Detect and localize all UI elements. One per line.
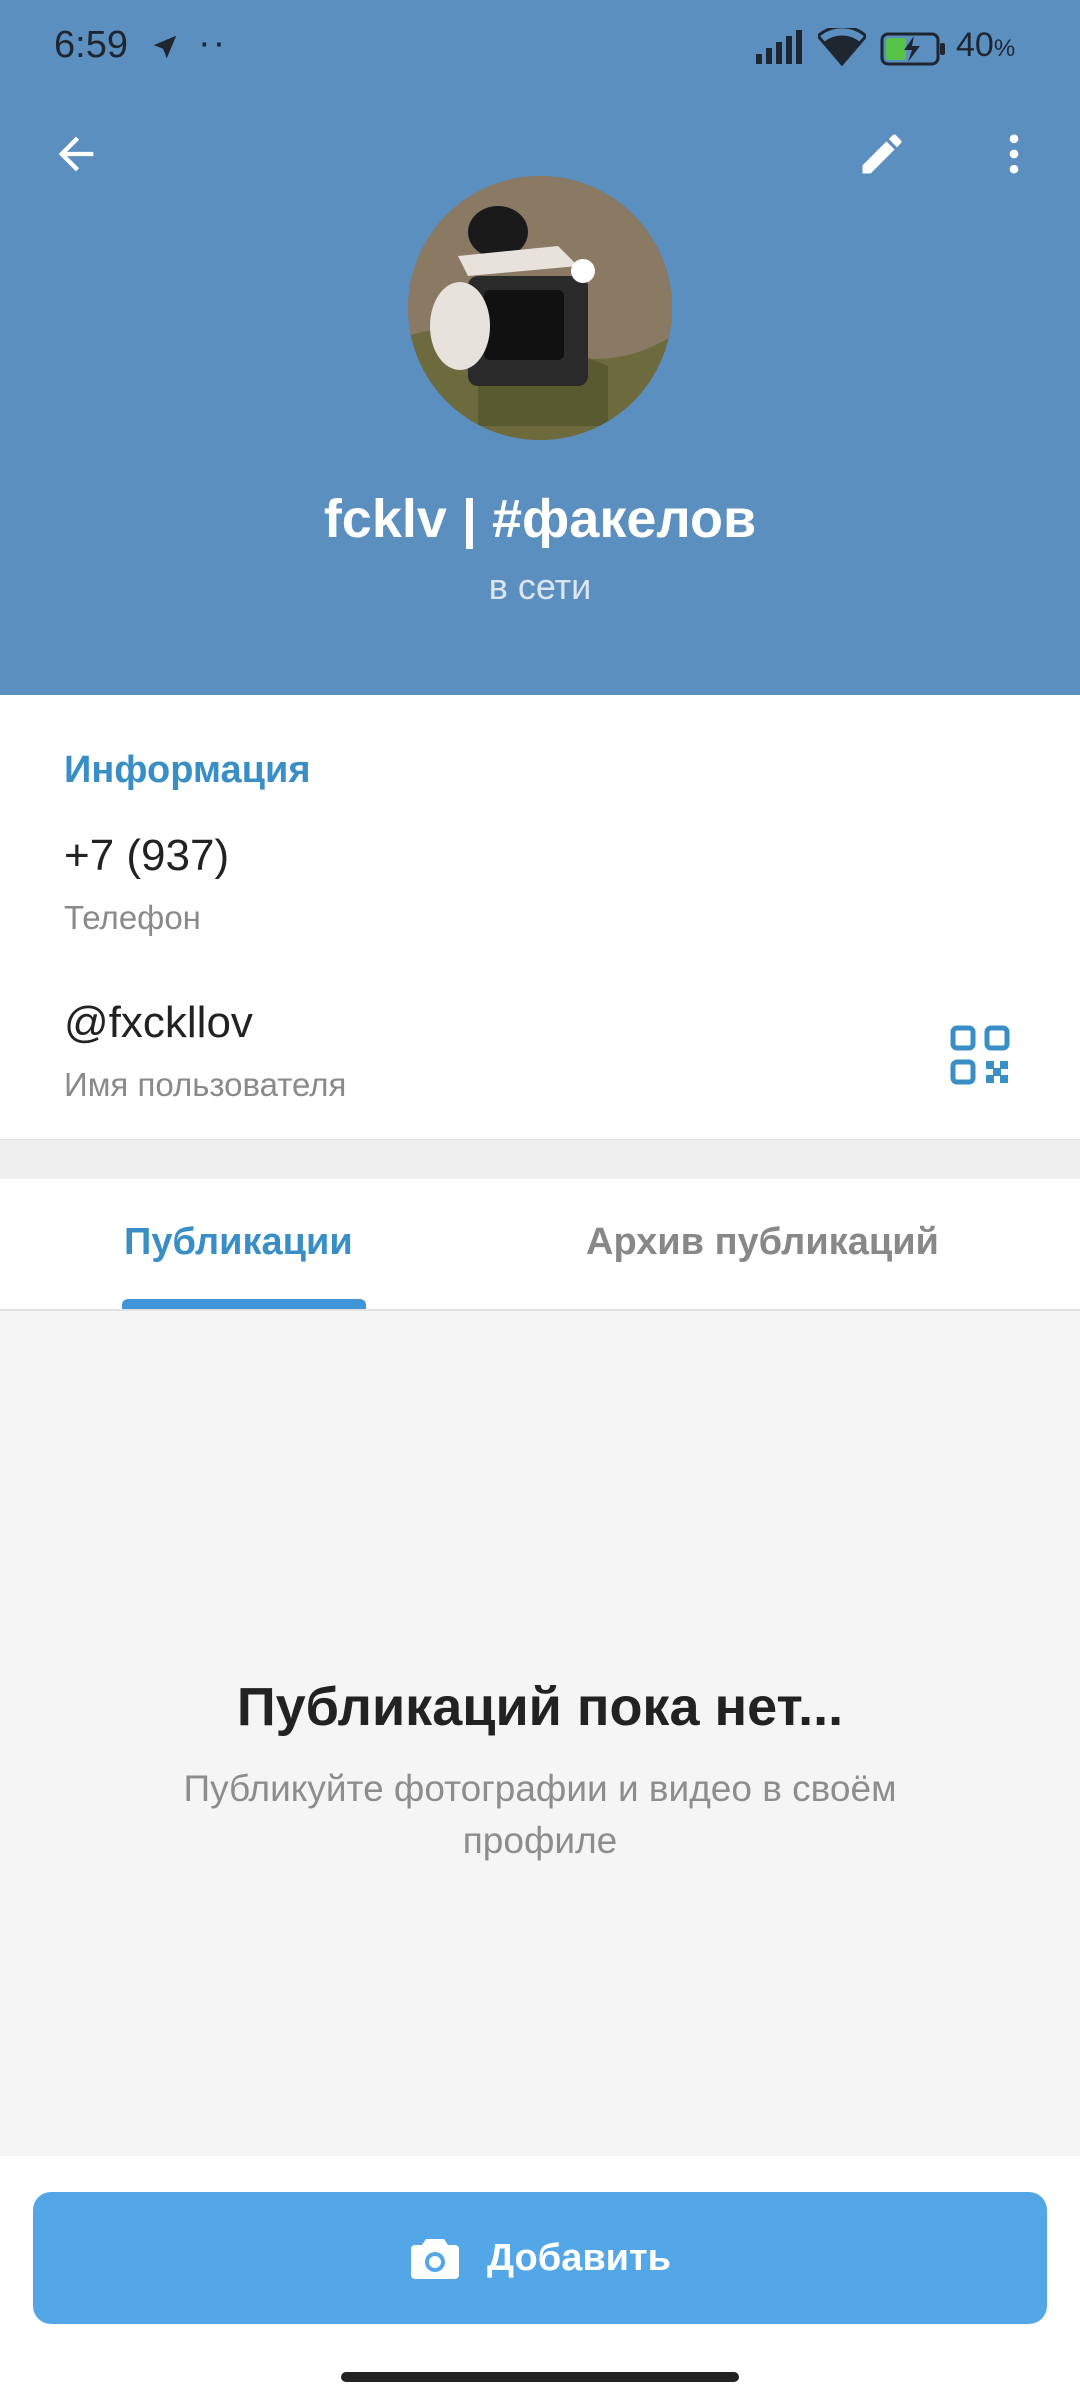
pencil-icon bbox=[856, 128, 908, 185]
tab-publications[interactable]: Публикации bbox=[124, 1221, 353, 1264]
more-options-button[interactable] bbox=[978, 120, 1050, 192]
camera-icon bbox=[409, 2235, 461, 2281]
back-button[interactable] bbox=[40, 120, 112, 192]
notification-dots: ·· bbox=[198, 22, 228, 64]
empty-state-title: Публикаций пока нет... bbox=[236, 1677, 844, 1737]
wifi-icon bbox=[815, 25, 869, 71]
phone-row[interactable]: +7 (937) Телефон bbox=[64, 831, 229, 937]
profile-header: 6:59 ·· 40% fcklv | #факелов в сети bbox=[0, 0, 1080, 695]
username-row[interactable]: @fxckllov Имя пользователя bbox=[64, 998, 346, 1104]
info-title: Информация bbox=[64, 749, 311, 791]
publications-content: Публикаций пока нет... Публикуйте фотогр… bbox=[0, 1311, 1080, 2156]
username-label: Имя пользователя bbox=[64, 1066, 347, 1103]
section-divider bbox=[0, 1139, 1080, 1180]
home-indicator[interactable] bbox=[341, 2372, 739, 2382]
username-value: @fxckllov bbox=[64, 998, 253, 1047]
phone-value: +7 (937) bbox=[64, 831, 230, 880]
add-button-label: Добавить bbox=[486, 2236, 672, 2279]
tab-publications-archive[interactable]: Архив публикаций bbox=[586, 1221, 939, 1264]
signal-icon bbox=[756, 30, 804, 69]
status-bar: 6:59 ·· 40% bbox=[0, 0, 1080, 100]
arrow-left-icon bbox=[50, 128, 102, 185]
active-tab-indicator bbox=[122, 1299, 366, 1309]
qr-code-icon bbox=[950, 1025, 1010, 1089]
bottom-action-area: Добавить bbox=[0, 2156, 1080, 2400]
edit-button[interactable] bbox=[846, 120, 918, 192]
add-publication-button[interactable]: Добавить bbox=[33, 2192, 1047, 2324]
profile-name: fcklv | #факелов bbox=[323, 489, 757, 549]
online-status: в сети bbox=[488, 566, 592, 607]
info-section: Информация +7 (937) Телефон @fxckllov Им… bbox=[0, 695, 1080, 1139]
avatar[interactable] bbox=[408, 176, 672, 440]
qr-code-button[interactable] bbox=[950, 1025, 1010, 1085]
more-vert-icon bbox=[988, 128, 1040, 185]
phone-label: Телефон bbox=[64, 899, 201, 936]
battery-icon bbox=[880, 32, 948, 71]
navigation-icon bbox=[150, 32, 180, 67]
tab-bar: Публикации Архив публикаций bbox=[0, 1179, 1080, 1311]
status-time: 6:59 bbox=[54, 24, 128, 66]
empty-state-subtitle: Публикуйте фотографии и видео в своём пр… bbox=[183, 1768, 897, 1861]
battery-percent: 40% bbox=[956, 26, 1016, 64]
